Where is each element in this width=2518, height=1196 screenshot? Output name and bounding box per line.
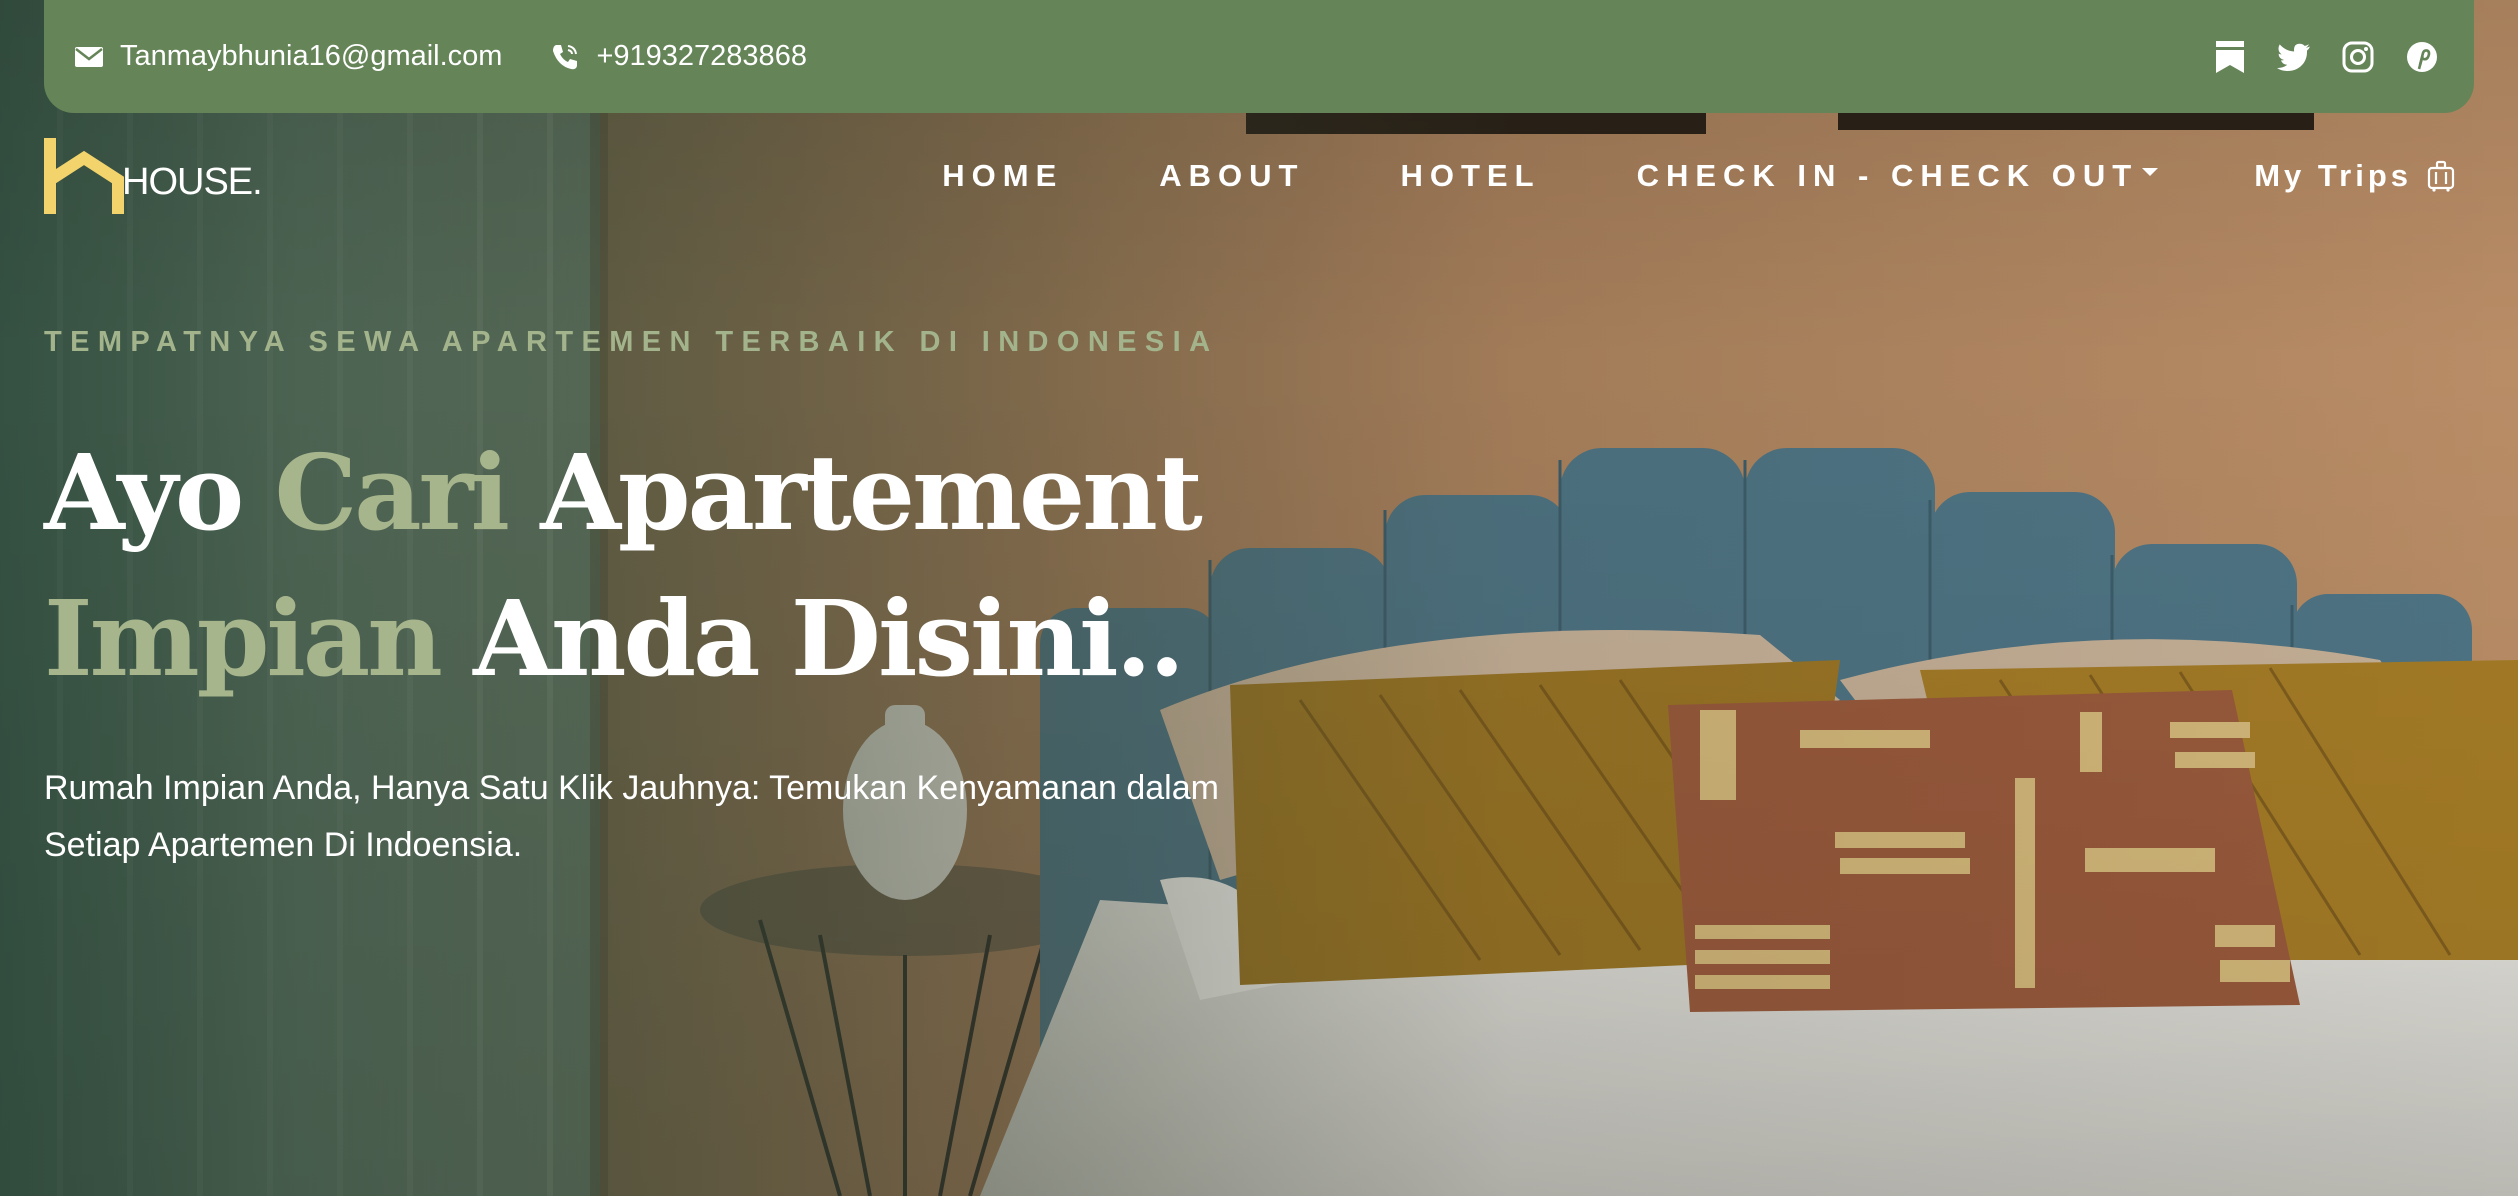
nav-home[interactable]: HOME: [942, 158, 1063, 194]
headline-word-anda-disini: Anda Disini..: [473, 577, 1185, 700]
headline-word-cari: Cari: [274, 431, 510, 554]
house-logo-icon: [44, 138, 124, 214]
hero-eyebrow: TEMPATNYA SEWA APARTEMEN TERBAIK DI INDO…: [44, 326, 1219, 358]
email-link[interactable]: Tanmaybhunia16@gmail.com: [74, 40, 502, 73]
social-links: [2184, 39, 2440, 75]
nav-about-label: ABOUT: [1159, 158, 1305, 193]
headline-word-impian: Impian: [44, 577, 443, 700]
nav-home-label: HOME: [942, 158, 1064, 193]
nav-about[interactable]: ABOUT: [1159, 158, 1304, 194]
contact-info: Tanmaybhunia16@gmail.com +919327283868: [74, 40, 855, 73]
luggage-icon: [2427, 160, 2455, 192]
pinterest-icon[interactable]: [2404, 39, 2440, 75]
main-nav: HOME ABOUT HOTEL CHECK IN - CHECK OUT My…: [942, 158, 2456, 194]
caret-down-icon: [2142, 168, 2159, 176]
nav-hotel-label: HOTEL: [1400, 158, 1541, 193]
phone-icon: [550, 42, 580, 72]
brand-name: HOUSE.: [122, 161, 263, 203]
nav-my-trips[interactable]: My Trips: [2254, 158, 2456, 194]
twitter-icon[interactable]: [2276, 39, 2312, 75]
instagram-icon[interactable]: [2340, 39, 2376, 75]
top-contact-bar: Tanmaybhunia16@gmail.com +919327283868: [44, 0, 2474, 113]
nav-my-trips-label: My Trips: [2254, 158, 2412, 193]
hero-headline: Ayo Cari Apartement Impian Anda Disini..: [44, 420, 1203, 712]
nav-check-in-check-out-label: CHECK IN - CHECK OUT: [1636, 158, 2139, 193]
headline-word-apartement: Apartement: [540, 431, 1203, 554]
nav-hotel[interactable]: HOTEL: [1401, 158, 1541, 194]
brand-logo[interactable]: HOUSE.: [44, 138, 263, 218]
email-text: Tanmaybhunia16@gmail.com: [120, 40, 503, 72]
bookmark-icon[interactable]: [2212, 39, 2248, 75]
phone-link[interactable]: +919327283868: [550, 40, 807, 73]
hero-subtitle: Rumah Impian Anda, Hanya Satu Klik Jauhn…: [44, 769, 1219, 864]
headline-word-ayo: Ayo: [44, 431, 244, 554]
phone-text: +919327283868: [596, 40, 807, 72]
mail-icon: [74, 42, 104, 72]
nav-check-in-check-out-dropdown[interactable]: CHECK IN - CHECK OUT: [1637, 158, 2159, 194]
